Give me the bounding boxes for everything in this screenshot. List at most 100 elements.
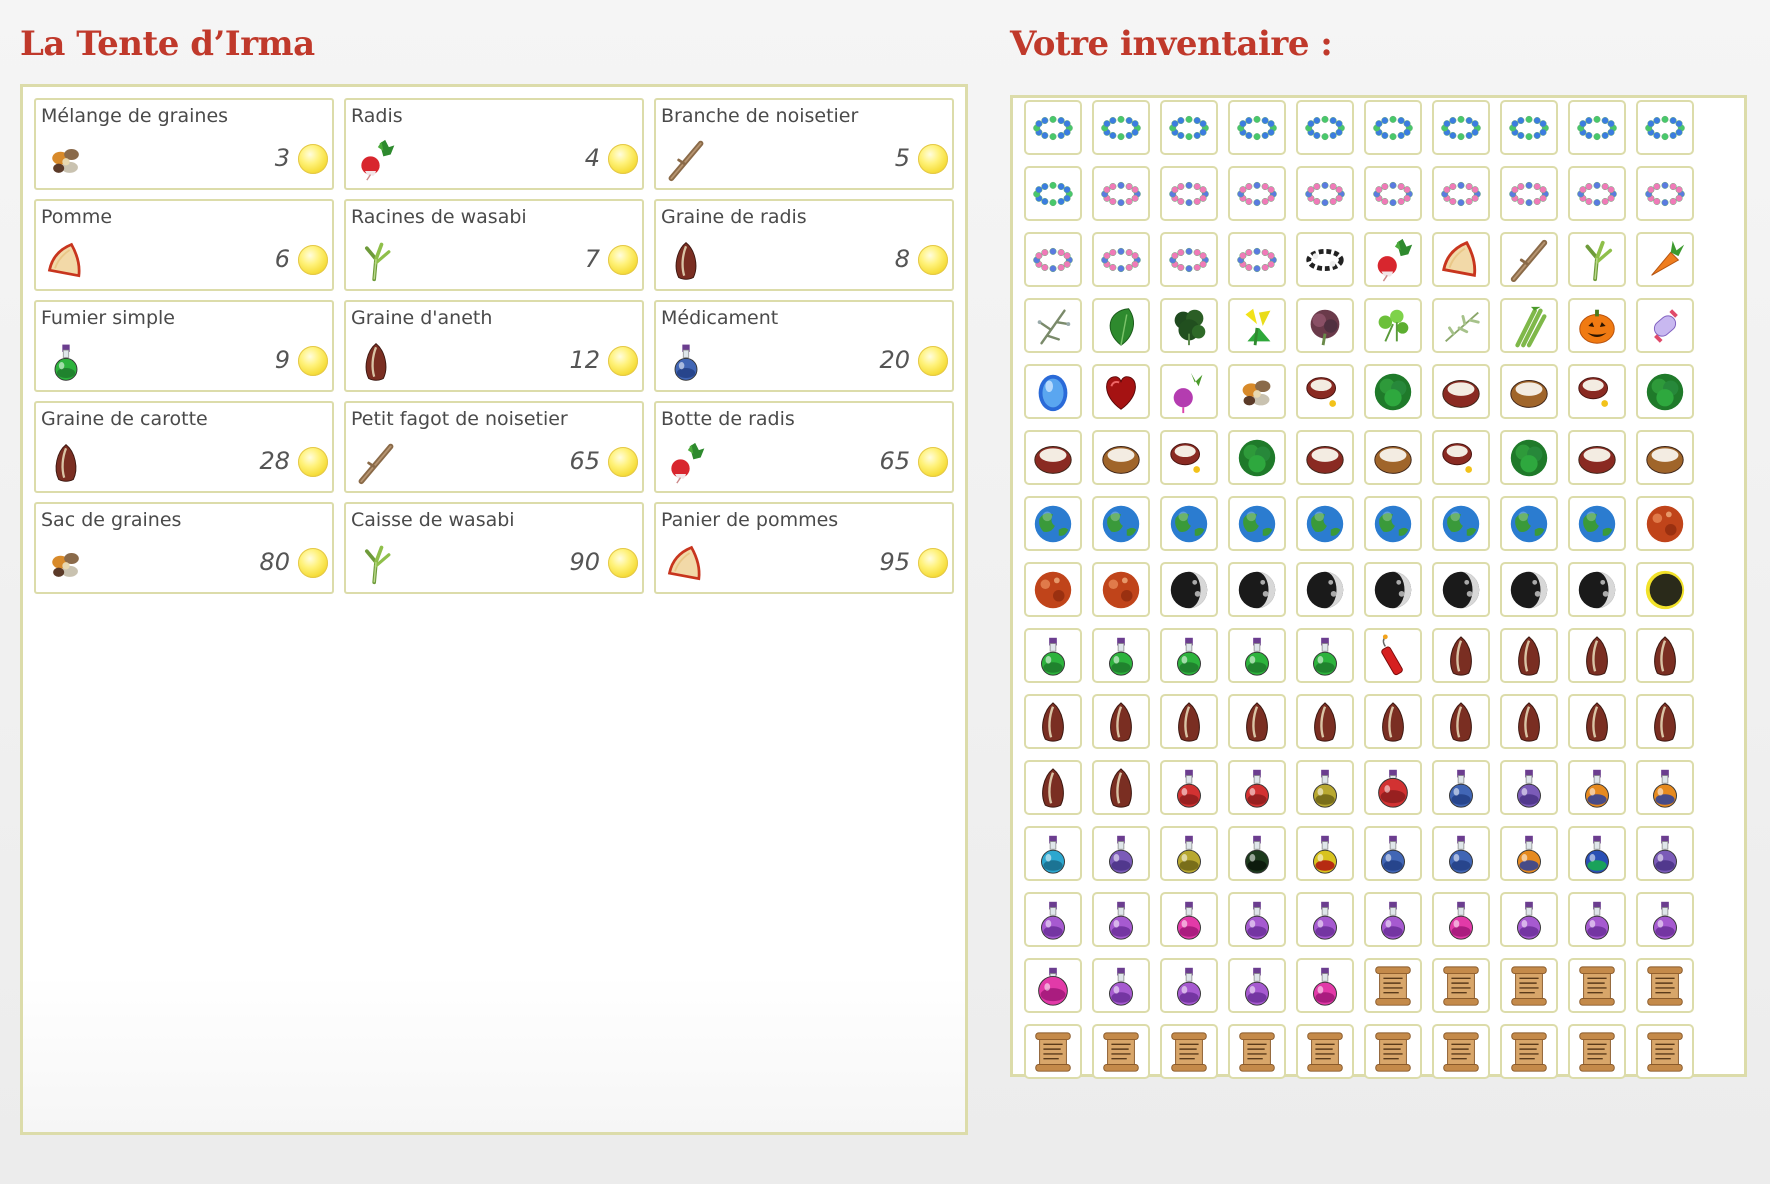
inventory-slot[interactable] xyxy=(1228,562,1286,617)
inventory-slot[interactable] xyxy=(1568,760,1626,815)
inventory-slot[interactable] xyxy=(1636,694,1694,749)
inventory-slot[interactable] xyxy=(1500,1024,1558,1079)
inventory-slot[interactable] xyxy=(1500,496,1558,551)
inventory-slot[interactable] xyxy=(1296,430,1354,485)
shop-item-card[interactable]: Botte de radis 65 xyxy=(654,401,954,493)
shop-item-card[interactable]: Graine de radis 8 xyxy=(654,199,954,291)
inventory-slot[interactable] xyxy=(1568,562,1626,617)
inventory-slot[interactable] xyxy=(1432,232,1490,287)
shop-item-card[interactable]: Mélange de graines 3 xyxy=(34,98,334,190)
inventory-slot[interactable] xyxy=(1364,430,1422,485)
shop-item-card[interactable]: Médicament 20 xyxy=(654,300,954,392)
inventory-slot[interactable] xyxy=(1432,628,1490,683)
inventory-slot[interactable] xyxy=(1228,628,1286,683)
shop-item-card[interactable]: Caisse de wasabi 90 xyxy=(344,502,644,594)
inventory-slot[interactable] xyxy=(1636,826,1694,881)
inventory-slot[interactable] xyxy=(1160,958,1218,1013)
inventory-slot[interactable] xyxy=(1296,166,1354,221)
shop-item-card[interactable]: Graine de carotte 28 xyxy=(34,401,334,493)
inventory-slot[interactable] xyxy=(1160,496,1218,551)
inventory-slot[interactable] xyxy=(1024,298,1082,353)
inventory-slot[interactable] xyxy=(1228,166,1286,221)
inventory-slot[interactable] xyxy=(1228,430,1286,485)
inventory-slot[interactable] xyxy=(1432,562,1490,617)
inventory-slot[interactable] xyxy=(1364,562,1422,617)
inventory-slot[interactable] xyxy=(1636,562,1694,617)
inventory-slot[interactable] xyxy=(1160,760,1218,815)
inventory-slot[interactable] xyxy=(1092,562,1150,617)
inventory-slot[interactable] xyxy=(1364,826,1422,881)
inventory-slot[interactable] xyxy=(1432,496,1490,551)
inventory-slot[interactable] xyxy=(1500,232,1558,287)
inventory-slot[interactable] xyxy=(1500,364,1558,419)
inventory-slot[interactable] xyxy=(1296,694,1354,749)
inventory-slot[interactable] xyxy=(1568,100,1626,155)
inventory-slot[interactable] xyxy=(1228,298,1286,353)
inventory-slot[interactable] xyxy=(1092,298,1150,353)
inventory-slot[interactable] xyxy=(1500,628,1558,683)
inventory-slot[interactable] xyxy=(1636,100,1694,155)
inventory-slot[interactable] xyxy=(1024,628,1082,683)
inventory-slot[interactable] xyxy=(1432,694,1490,749)
inventory-slot[interactable] xyxy=(1364,166,1422,221)
inventory-slot[interactable] xyxy=(1296,1024,1354,1079)
inventory-slot[interactable] xyxy=(1636,166,1694,221)
inventory-slot[interactable] xyxy=(1092,496,1150,551)
inventory-slot[interactable] xyxy=(1432,100,1490,155)
inventory-slot[interactable] xyxy=(1500,100,1558,155)
inventory-slot[interactable] xyxy=(1568,892,1626,947)
inventory-slot[interactable] xyxy=(1568,958,1626,1013)
inventory-slot[interactable] xyxy=(1432,892,1490,947)
inventory-slot[interactable] xyxy=(1160,166,1218,221)
inventory-slot[interactable] xyxy=(1500,826,1558,881)
inventory-slot[interactable] xyxy=(1024,1024,1082,1079)
inventory-slot[interactable] xyxy=(1364,298,1422,353)
inventory-slot[interactable] xyxy=(1364,496,1422,551)
inventory-slot[interactable] xyxy=(1092,958,1150,1013)
inventory-slot[interactable] xyxy=(1500,694,1558,749)
inventory-slot[interactable] xyxy=(1092,628,1150,683)
inventory-slot[interactable] xyxy=(1160,628,1218,683)
inventory-slot[interactable] xyxy=(1364,232,1422,287)
shop-item-card[interactable]: Graine d'aneth 12 xyxy=(344,300,644,392)
inventory-slot[interactable] xyxy=(1092,364,1150,419)
inventory-slot[interactable] xyxy=(1568,496,1626,551)
inventory-slot[interactable] xyxy=(1432,430,1490,485)
inventory-slot[interactable] xyxy=(1364,760,1422,815)
inventory-slot[interactable] xyxy=(1296,760,1354,815)
inventory-slot[interactable] xyxy=(1364,364,1422,419)
inventory-slot[interactable] xyxy=(1024,364,1082,419)
inventory-slot[interactable] xyxy=(1296,562,1354,617)
inventory-slot[interactable] xyxy=(1364,694,1422,749)
inventory-slot[interactable] xyxy=(1092,430,1150,485)
inventory-slot[interactable] xyxy=(1228,100,1286,155)
inventory-slot[interactable] xyxy=(1568,628,1626,683)
shop-item-card[interactable]: Fumier simple 9 xyxy=(34,300,334,392)
inventory-slot[interactable] xyxy=(1228,232,1286,287)
inventory-slot[interactable] xyxy=(1160,694,1218,749)
inventory-slot[interactable] xyxy=(1160,364,1218,419)
inventory-slot[interactable] xyxy=(1024,760,1082,815)
inventory-slot[interactable] xyxy=(1092,694,1150,749)
inventory-slot[interactable] xyxy=(1636,1024,1694,1079)
inventory-slot[interactable] xyxy=(1364,100,1422,155)
inventory-slot[interactable] xyxy=(1296,232,1354,287)
inventory-slot[interactable] xyxy=(1636,430,1694,485)
inventory-slot[interactable] xyxy=(1296,100,1354,155)
inventory-slot[interactable] xyxy=(1636,232,1694,287)
inventory-slot[interactable] xyxy=(1092,166,1150,221)
inventory-slot[interactable] xyxy=(1024,496,1082,551)
inventory-slot[interactable] xyxy=(1160,298,1218,353)
inventory-slot[interactable] xyxy=(1636,760,1694,815)
inventory-slot[interactable] xyxy=(1568,694,1626,749)
inventory-slot[interactable] xyxy=(1568,364,1626,419)
inventory-slot[interactable] xyxy=(1024,232,1082,287)
inventory-slot[interactable] xyxy=(1636,892,1694,947)
inventory-slot[interactable] xyxy=(1296,958,1354,1013)
inventory-slot[interactable] xyxy=(1568,298,1626,353)
inventory-slot[interactable] xyxy=(1296,298,1354,353)
inventory-slot[interactable] xyxy=(1432,298,1490,353)
inventory-slot[interactable] xyxy=(1500,892,1558,947)
inventory-slot[interactable] xyxy=(1500,166,1558,221)
inventory-slot[interactable] xyxy=(1160,826,1218,881)
